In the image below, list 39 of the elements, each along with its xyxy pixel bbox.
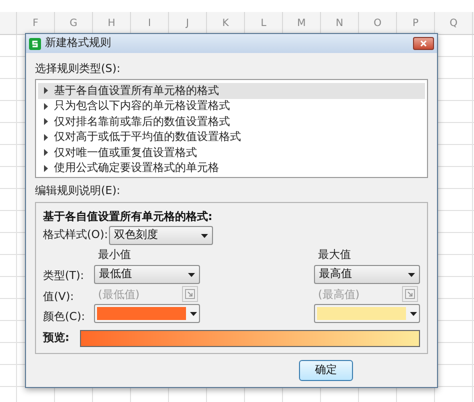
expand-arrow-icon <box>44 118 48 126</box>
color-label: 颜色(C): <box>43 309 86 325</box>
format-style-label: 格式样式(O): <box>43 227 107 244</box>
range-select-icon <box>405 289 415 299</box>
expand-arrow-icon <box>44 149 48 156</box>
expand-arrow-icon <box>44 164 48 172</box>
app-logo-icon <box>29 38 41 50</box>
column-heading: 最小值 <box>97 247 132 263</box>
dropdown[interactable]: 双色刻度 <box>109 226 213 245</box>
section-label: 编辑规则说明(E): <box>35 183 122 199</box>
type-label: 类型(T): <box>43 268 86 284</box>
rule-type-item[interactable]: 只为包含以下内容的单元格设置格式 <box>38 98 425 114</box>
column-heading: 最大值 <box>317 247 352 263</box>
expand-arrow-icon <box>44 87 48 94</box>
preview-label: 预览: <box>43 330 70 346</box>
expand-arrow-icon <box>44 102 48 110</box>
caret-icon <box>408 272 415 276</box>
window-title: 新建格式规则 <box>45 35 111 52</box>
close-button[interactable] <box>413 37 434 50</box>
caret-icon <box>201 234 208 238</box>
rule-type-item[interactable]: 基于各自值设置所有单元格的格式 <box>38 83 425 98</box>
rule-type-item[interactable]: 仅对排名靠前或靠后的数值设置格式 <box>38 114 425 130</box>
expand-arrow-icon <box>44 134 48 141</box>
value-label: 值(V): <box>43 289 75 305</box>
section-label: 选择规则类型(S): <box>35 61 122 77</box>
close-icon <box>420 40 427 47</box>
rule-type-item[interactable]: 使用公式确定要设置格式的单元格 <box>38 160 425 176</box>
ok-button[interactable]: 确定 <box>299 360 353 381</box>
color-dropdown[interactable] <box>94 304 200 323</box>
rule-type-item[interactable]: 仅对高于或低于平均值的数值设置格式 <box>38 130 425 145</box>
range-picker-button[interactable] <box>402 286 418 302</box>
rule-type-item[interactable]: 仅对唯一值或重复值设置格式 <box>38 145 425 160</box>
caret-icon <box>190 312 197 316</box>
rule-heading: 基于各自值设置所有单元格的格式: <box>43 209 214 225</box>
caret-icon <box>410 312 417 316</box>
range-select-icon <box>185 289 195 299</box>
caret-icon <box>188 272 195 276</box>
range-picker-button[interactable] <box>182 286 198 302</box>
color-dropdown[interactable] <box>314 304 420 323</box>
